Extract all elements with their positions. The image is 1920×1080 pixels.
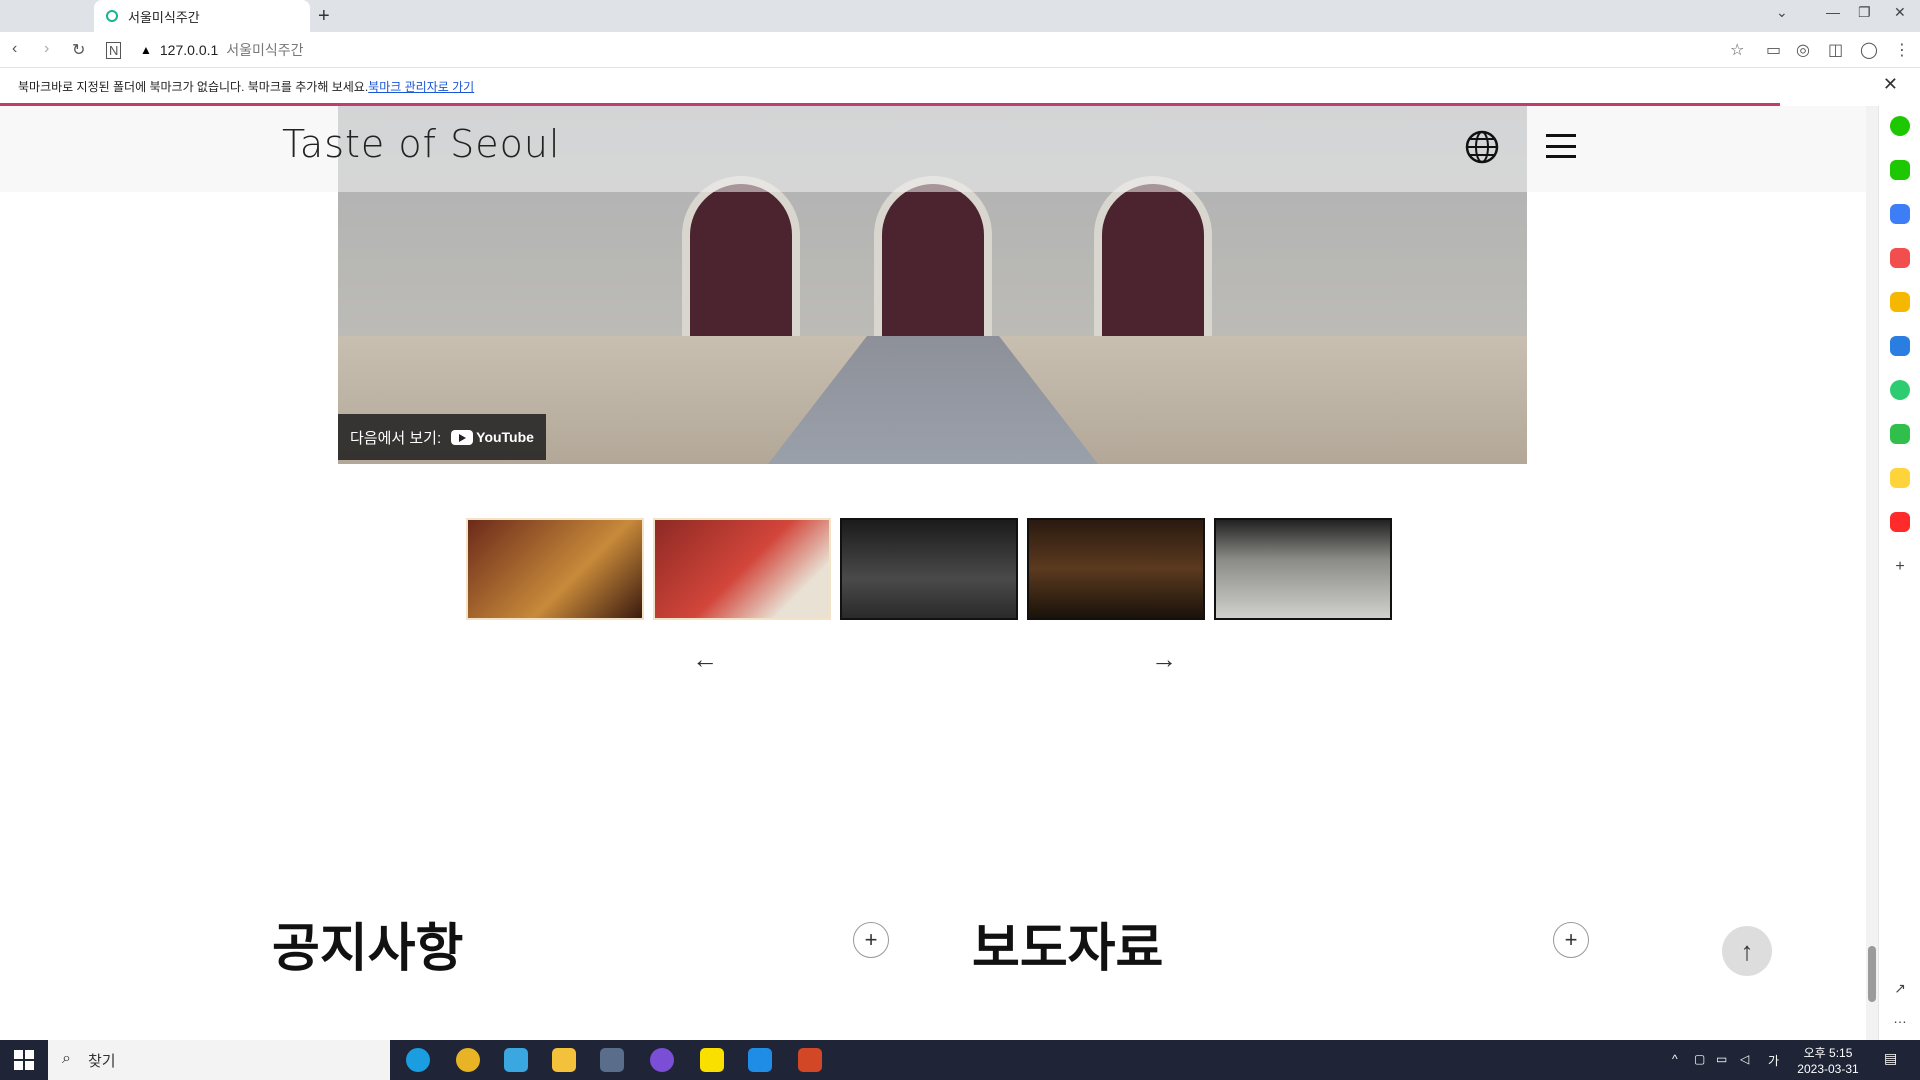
calculator-icon[interactable] [600, 1048, 624, 1072]
youtube-brand-text: YouTube [476, 429, 534, 445]
watch-on-label: 다음에서 보기: [350, 429, 442, 447]
more-panel-icon[interactable]: … [1890, 1010, 1910, 1030]
profile-icon[interactable]: ◯ [1860, 40, 1878, 60]
warning-icon: ▲ [140, 43, 152, 57]
pocket-app-icon[interactable] [1890, 248, 1910, 268]
page-scrollbar[interactable] [1866, 106, 1878, 1040]
site-logo[interactable]: Taste of Seoul [282, 122, 560, 166]
add-app-icon[interactable]: + [1890, 558, 1910, 578]
github-icon[interactable] [650, 1048, 674, 1072]
screenshot-icon[interactable]: ◎ [1796, 40, 1810, 60]
tray-chevron-icon[interactable]: ^ [1672, 1052, 1678, 1066]
video-thumbnail-carousel [466, 518, 1392, 620]
more-menu-icon[interactable]: ⋮ [1894, 40, 1910, 60]
chrome-icon[interactable] [456, 1048, 480, 1072]
bookmark-manager-link[interactable]: 북마크 관리자로 가기 [368, 80, 474, 94]
forward-icon[interactable]: › [44, 40, 49, 58]
bookmark-star-icon[interactable]: ☆ [1730, 40, 1744, 60]
notice-more-button[interactable]: + [853, 922, 889, 958]
search-placeholder: 찾기 [88, 1052, 116, 1070]
network-icon[interactable]: ▭ [1716, 1052, 1727, 1066]
webtoon-app-icon[interactable] [1890, 424, 1910, 444]
file-explorer-icon[interactable] [552, 1048, 576, 1072]
press-more-button[interactable]: + [1553, 922, 1589, 958]
clock-time[interactable]: 오후 5:15 [1796, 1044, 1860, 1061]
sidebar-toggle-icon[interactable]: ◫ [1828, 40, 1843, 60]
ime-indicator[interactable]: 가 [1768, 1052, 1779, 1069]
site-favicon-icon [106, 10, 118, 22]
translate-app-icon[interactable] [1890, 336, 1910, 356]
previous-tab[interactable] [0, 0, 92, 32]
video-thumbnail[interactable] [840, 518, 1018, 620]
arrow-left-icon[interactable]: ← [692, 644, 718, 675]
play-app-icon[interactable] [1890, 380, 1910, 400]
clock-date[interactable]: 2023-03-31 [1792, 1062, 1864, 1076]
page-viewport: 다음에서 보기: YouTube Taste of Seoul ← → 공지사항… [0, 106, 1866, 1040]
url-title: 서울미식주간 [226, 42, 304, 58]
globe-icon[interactable] [1465, 130, 1499, 164]
video-thumbnail[interactable] [1214, 518, 1392, 620]
calendar-app-icon[interactable] [1890, 204, 1910, 224]
windows-taskbar: ⌕ 찾기 ^ ▢ ▭ ◁ 가 오후 5:15 2023-03-31 ▤ [0, 1040, 1920, 1080]
tab-title: 서울미식주간 [128, 9, 200, 25]
hamburger-icon[interactable] [1546, 134, 1576, 158]
press-section-title: 보도자료 [972, 920, 1164, 978]
new-tab-button[interactable]: + [318, 5, 330, 28]
search-icon: ⌕ [62, 1050, 71, 1067]
video-arch [682, 176, 800, 336]
windows-start-icon[interactable] [14, 1050, 34, 1070]
bookmark-notice: 북마크바로 지정된 폴더에 북마크가 없습니다. 북마크를 추가해 보세요. [18, 80, 369, 94]
talk-app-icon[interactable] [1890, 160, 1910, 180]
site-header: Taste of Seoul [0, 106, 1866, 192]
browser-tabbar: 서울미식주간 + ⌄ — ❐ ✕ [0, 0, 1920, 32]
taskbar-search[interactable]: ⌕ 찾기 [48, 1040, 390, 1080]
arrow-right-icon[interactable]: → [1151, 644, 1177, 675]
meet-icon[interactable]: ▢ [1694, 1052, 1705, 1066]
tab-search-icon[interactable]: ⌄ [1776, 4, 1788, 21]
close-window-button[interactable]: ✕ [1894, 4, 1906, 21]
kakaotalk-icon[interactable] [700, 1048, 724, 1072]
close-bookmark-bar-icon[interactable]: ✕ [1883, 74, 1898, 95]
notification-icon[interactable]: ▤ [1884, 1050, 1897, 1067]
now-app-icon[interactable] [1890, 512, 1910, 532]
whale-icon[interactable] [504, 1048, 528, 1072]
favorites-app-icon[interactable] [1890, 292, 1910, 312]
watch-on-youtube-button[interactable]: 다음에서 보기: YouTube [338, 414, 546, 460]
naver-icon[interactable]: N [106, 42, 122, 59]
reload-icon[interactable]: ↻ [72, 40, 85, 60]
restore-button[interactable]: ❐ [1858, 4, 1871, 21]
volume-muted-icon[interactable]: ◁ [1740, 1052, 1749, 1066]
video-arch [874, 176, 992, 336]
browser-side-panel: + ↗ … [1878, 106, 1920, 1040]
vscode-icon[interactable] [748, 1048, 772, 1072]
scrollbar-thumb[interactable] [1868, 946, 1876, 1002]
scroll-to-top-button[interactable]: ↑ [1722, 926, 1772, 976]
address-bar-row: ‹ › ↻ N ▲ 127.0.0.1 서울미식주간 ☆ ▭ ◎ ◫ ◯ ⋮ [0, 32, 1920, 68]
youtube-logo: YouTube [451, 429, 534, 445]
external-link-icon[interactable]: ↗ [1890, 980, 1910, 1000]
notes-app-icon[interactable] [1890, 468, 1910, 488]
video-thumbnail[interactable] [466, 518, 644, 620]
youtube-play-icon [451, 429, 474, 445]
url-field[interactable]: ▲ 127.0.0.1 서울미식주간 [140, 38, 304, 62]
cast-icon[interactable]: ▭ [1766, 40, 1781, 60]
back-icon[interactable]: ‹ [12, 40, 17, 58]
active-tab[interactable]: 서울미식주간 [94, 0, 310, 32]
video-thumbnail[interactable] [1027, 518, 1205, 620]
bookmark-bar: 북마크바로 지정된 폴더에 북마크가 없습니다. 북마크를 추가해 보세요.북마… [0, 68, 1920, 104]
video-arch [1094, 176, 1212, 336]
edge-icon[interactable] [406, 1048, 430, 1072]
powerpoint-icon[interactable] [798, 1048, 822, 1072]
video-thumbnail[interactable] [653, 518, 831, 620]
naver-app-icon[interactable] [1890, 116, 1910, 136]
url-host: 127.0.0.1 [159, 42, 219, 58]
notice-section-title: 공지사항 [272, 920, 464, 978]
minimize-button[interactable]: — [1826, 4, 1840, 20]
